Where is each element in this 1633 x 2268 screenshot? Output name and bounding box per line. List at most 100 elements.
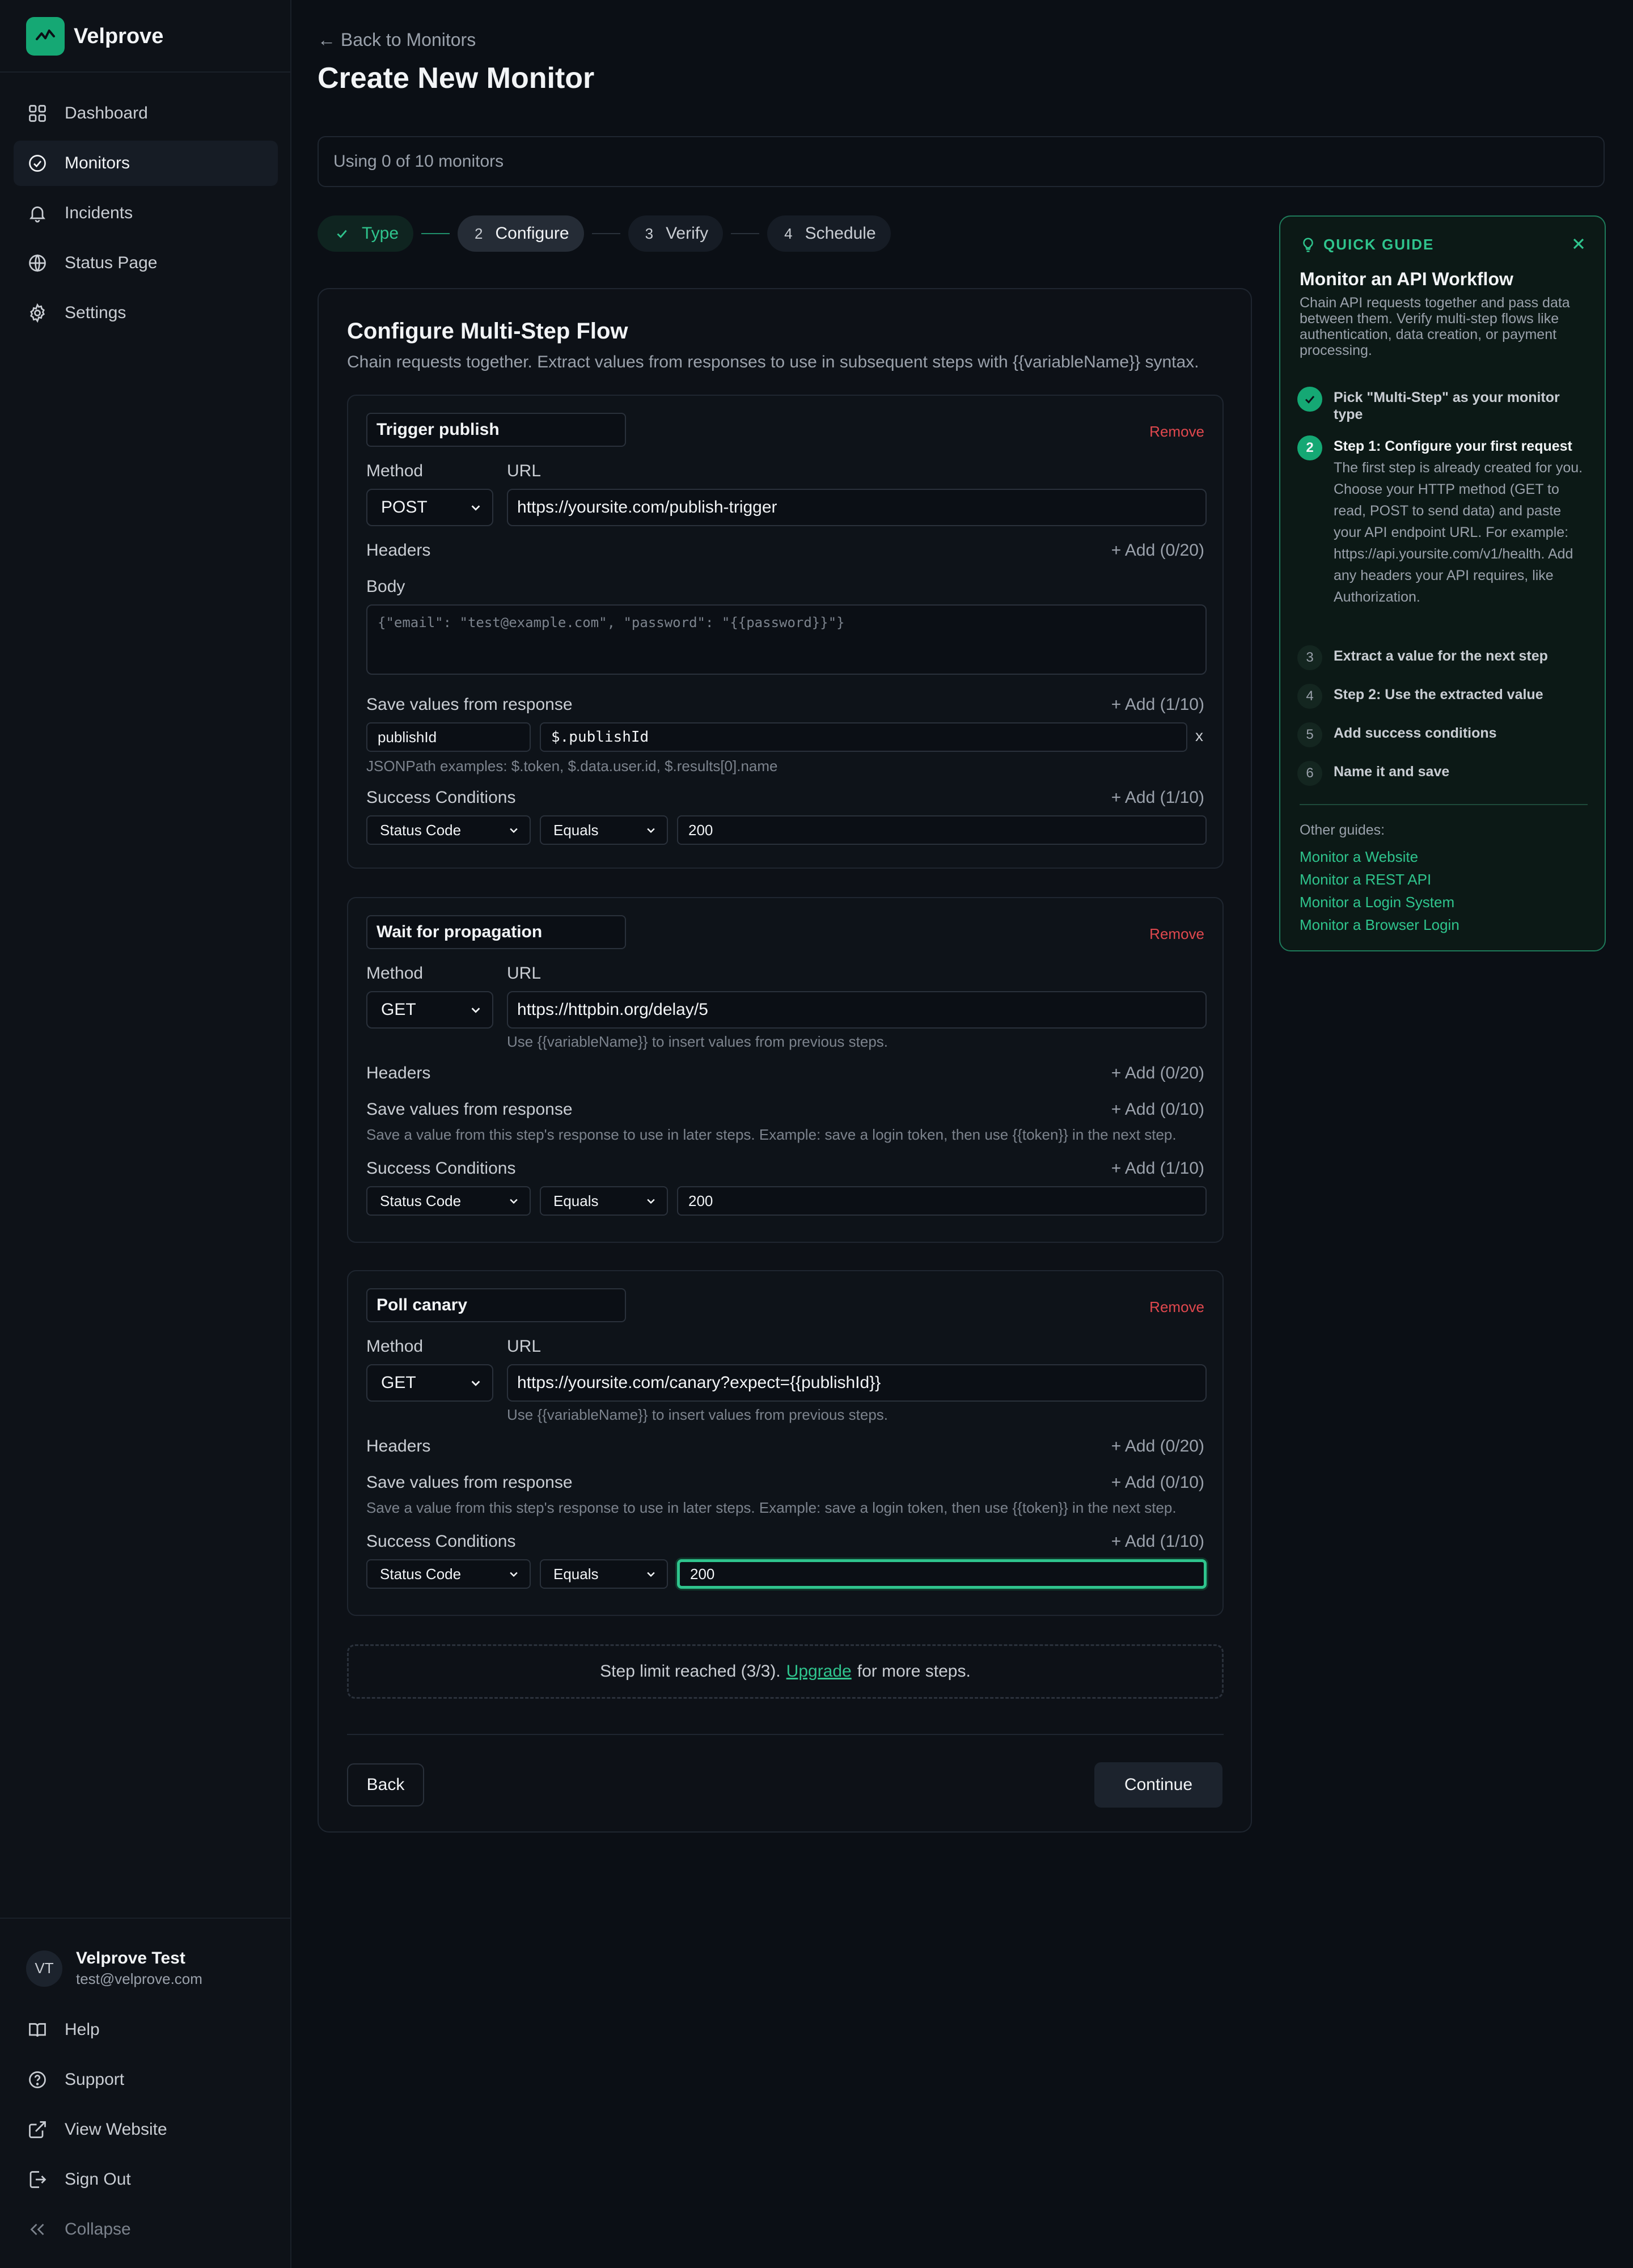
remove-step-button[interactable]: Remove xyxy=(1149,1298,1204,1316)
variable-name-input[interactable]: publishId xyxy=(366,722,531,752)
step-name-input[interactable]: Poll canary xyxy=(366,1288,626,1322)
step-limit-suffix: for more steps. xyxy=(857,1662,971,1681)
guide-link-website[interactable]: Monitor a Website xyxy=(1300,848,1418,866)
condition-value-input[interactable]: 200 xyxy=(677,1559,1207,1589)
url-label: URL xyxy=(507,964,541,983)
method-select[interactable]: POST xyxy=(366,489,493,526)
request-step-2: Wait for propagation Remove Method URL G… xyxy=(347,897,1224,1243)
jsonpath-input[interactable]: $.publishId xyxy=(540,722,1187,752)
back-to-monitors-link[interactable]: ← Back to Monitors xyxy=(318,29,476,50)
nav-label: Collapse xyxy=(65,2220,131,2239)
check-circle-icon xyxy=(29,155,46,172)
upgrade-link[interactable]: Upgrade xyxy=(786,1662,852,1681)
method-value: POST xyxy=(381,498,428,517)
nav-item-monitors[interactable]: Monitors xyxy=(14,141,278,186)
nav-label: Support xyxy=(65,2070,125,2089)
help-circle-icon xyxy=(29,2071,46,2088)
condition-type-select[interactable]: Status Code xyxy=(366,1186,531,1216)
add-extraction-button[interactable]: + Add (0/10) xyxy=(1111,1100,1204,1119)
headers-label: Headers xyxy=(366,1064,431,1082)
wizard-step-schedule[interactable]: 4 Schedule xyxy=(767,215,891,252)
success-conditions-label: Success Conditions xyxy=(366,788,516,807)
wizard-step-number: 4 xyxy=(784,225,793,242)
external-link-icon xyxy=(29,2121,46,2138)
nav-item-support[interactable]: Support xyxy=(14,2057,278,2102)
condition-operator-select[interactable]: Equals xyxy=(540,1559,668,1589)
check-icon xyxy=(337,230,347,239)
add-extraction-button[interactable]: + Add (1/10) xyxy=(1111,695,1204,714)
url-input[interactable]: https://yoursite.com/canary?expect={{pub… xyxy=(507,1364,1207,1402)
remove-step-button[interactable]: Remove xyxy=(1149,423,1204,441)
step-limit-text: Step limit reached (3/3). xyxy=(600,1662,781,1681)
guide-step-text: Pick "Multi-Step" as your monitor type xyxy=(1334,390,1560,422)
url-input[interactable]: https://yoursite.com/publish-trigger xyxy=(507,489,1207,526)
nav-item-settings[interactable]: Settings xyxy=(14,290,278,336)
wizard-step-number: 3 xyxy=(645,225,654,242)
method-select[interactable]: GET xyxy=(366,1364,493,1402)
chevron-down-icon xyxy=(510,1572,518,1577)
condition-type-select[interactable]: Status Code xyxy=(366,815,531,845)
wizard-step-label: Type xyxy=(362,224,399,243)
guide-link-rest-api[interactable]: Monitor a REST API xyxy=(1300,871,1431,888)
headers-label: Headers xyxy=(366,541,431,560)
continue-button[interactable]: Continue xyxy=(1094,1762,1222,1808)
step-name-input[interactable]: Wait for propagation xyxy=(366,915,626,949)
remove-extraction-button[interactable]: x xyxy=(1195,727,1203,745)
save-values-label: Save values from response xyxy=(366,695,573,714)
condition-operator-select[interactable]: Equals xyxy=(540,1186,668,1216)
main-nav: Dashboard Monitors Incidents Status Page… xyxy=(14,91,278,340)
nav-label: Sign Out xyxy=(65,2170,131,2189)
chevron-down-icon xyxy=(471,1008,480,1013)
divider xyxy=(1300,804,1588,805)
add-condition-button[interactable]: + Add (1/10) xyxy=(1111,1159,1204,1178)
add-header-button[interactable]: + Add (0/20) xyxy=(1111,541,1204,560)
guide-step-text: Add success conditions xyxy=(1334,725,1497,741)
brand[interactable]: Velprove xyxy=(26,17,163,56)
avatar: VT xyxy=(26,1950,62,1987)
guide-link-browser-login[interactable]: Monitor a Browser Login xyxy=(1300,916,1459,934)
wizard-step-configure[interactable]: 2 Configure xyxy=(458,215,584,252)
user-profile[interactable]: VT Velprove Test test@velprove.com xyxy=(26,1949,202,1988)
condition-value-input[interactable]: 200 xyxy=(677,815,1207,845)
step-name-input[interactable]: Trigger publish xyxy=(366,413,626,447)
wizard-step-type[interactable]: Type xyxy=(318,215,414,252)
add-condition-button[interactable]: + Add (1/10) xyxy=(1111,788,1204,807)
nav-item-incidents[interactable]: Incidents xyxy=(14,191,278,236)
chevron-down-icon xyxy=(510,828,518,833)
nav-item-collapse[interactable]: Collapse xyxy=(14,2207,278,2252)
guide-title: Monitor an API Workflow xyxy=(1300,269,1513,289)
check-icon xyxy=(1297,387,1322,412)
guide-link-login-system[interactable]: Monitor a Login System xyxy=(1300,894,1454,911)
condition-type-select[interactable]: Status Code xyxy=(366,1559,531,1589)
guide-step-number: 5 xyxy=(1297,722,1322,747)
body-textarea[interactable]: {"email": "test@example.com", "password"… xyxy=(366,604,1207,675)
sign-out-icon xyxy=(29,2171,46,2188)
nav-item-view-website[interactable]: View Website xyxy=(14,2107,278,2152)
remove-step-button[interactable]: Remove xyxy=(1149,925,1204,943)
condition-operator-select[interactable]: Equals xyxy=(540,815,668,845)
nav-item-status-page[interactable]: Status Page xyxy=(14,240,278,286)
page-title: Create New Monitor xyxy=(318,62,595,95)
bottom-nav: Help Support View Website Sign Out Colla… xyxy=(14,2007,278,2257)
add-header-button[interactable]: + Add (0/20) xyxy=(1111,1437,1204,1456)
add-header-button[interactable]: + Add (0/20) xyxy=(1111,1064,1204,1083)
nav-label: Dashboard xyxy=(65,104,148,122)
quick-guide-header: QUICK GUIDE xyxy=(1300,236,1434,253)
nav-item-dashboard[interactable]: Dashboard xyxy=(14,91,278,136)
wizard-step-verify[interactable]: 3 Verify xyxy=(628,215,724,252)
add-condition-button[interactable]: + Add (1/10) xyxy=(1111,1532,1204,1551)
condition-value-input[interactable]: 200 xyxy=(677,1186,1207,1216)
activity-logo-icon xyxy=(26,17,65,56)
url-input[interactable]: https://httpbin.org/delay/5 xyxy=(507,991,1207,1029)
stepper-connector xyxy=(421,233,450,234)
method-select[interactable]: GET xyxy=(366,991,493,1029)
method-label: Method xyxy=(366,964,424,983)
url-hint: Use {{variableName}} to insert values fr… xyxy=(507,1033,889,1050)
back-button[interactable]: Back xyxy=(347,1763,424,1806)
nav-item-sign-out[interactable]: Sign Out xyxy=(14,2157,278,2202)
condition-type-value: Status Code xyxy=(380,821,462,839)
close-icon[interactable] xyxy=(1569,235,1588,253)
method-value: GET xyxy=(381,1373,416,1392)
nav-item-help[interactable]: Help xyxy=(14,2007,278,2053)
add-extraction-button[interactable]: + Add (0/10) xyxy=(1111,1473,1204,1492)
